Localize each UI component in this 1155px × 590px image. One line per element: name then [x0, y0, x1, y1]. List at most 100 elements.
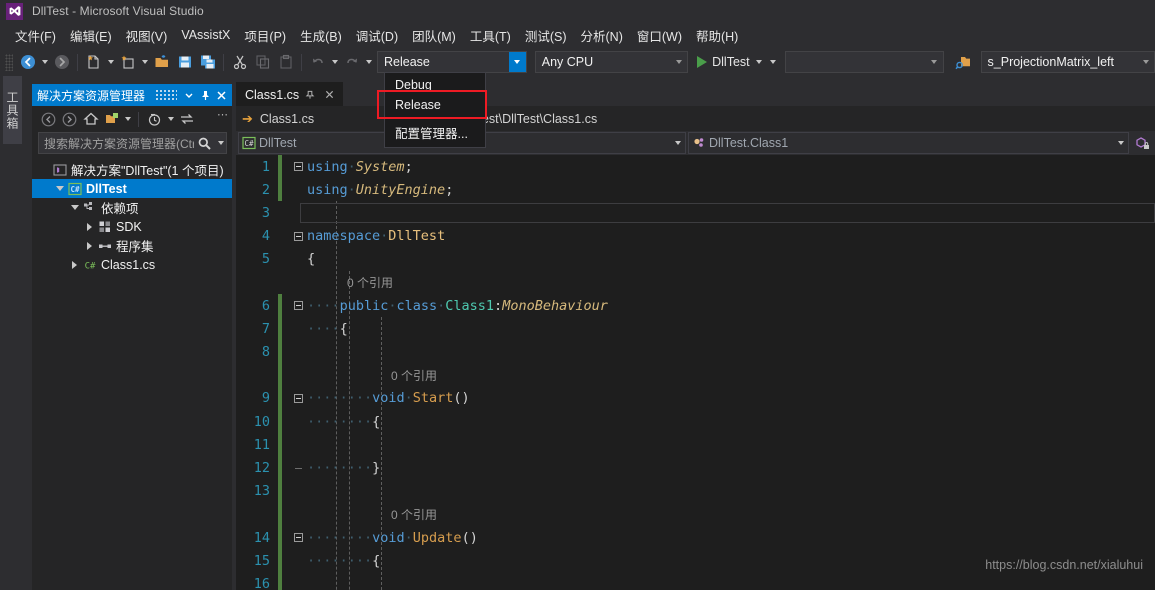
solution-platform-combo[interactable]: Any CPU: [534, 51, 689, 73]
menu-item-3[interactable]: VAssistX: [174, 24, 237, 46]
line-number: 15: [253, 552, 270, 569]
collapse-region-icon[interactable]: [291, 393, 305, 403]
collapse-region-icon[interactable]: [291, 301, 305, 311]
tree-twisty-collapsed-icon[interactable]: [83, 217, 96, 236]
tree-node-5[interactable]: C# Class1.cs: [32, 255, 232, 274]
cut-icon[interactable]: [228, 51, 251, 74]
start-debug-button[interactable]: DllTest: [697, 55, 762, 69]
collapse-region-icon[interactable]: [291, 533, 305, 543]
tree-twisty-collapsed-icon[interactable]: [83, 236, 96, 255]
namespace-dropdown-arrow[interactable]: [670, 141, 685, 145]
menu-item-2[interactable]: 视图(V): [119, 22, 175, 49]
code-reference-line[interactable]: 0 个引用: [236, 502, 1155, 526]
forward-icon[interactable]: [59, 109, 80, 130]
menu-item-9[interactable]: 测试(S): [518, 22, 574, 49]
new-item-icon[interactable]: [116, 51, 139, 74]
tree-node-label: DllTest: [86, 181, 127, 196]
symbol-search-arrow[interactable]: [1137, 52, 1154, 72]
navigate-forward-icon[interactable]: [50, 51, 73, 74]
tree-node-0[interactable]: 解决方案"DllTest"(1 个项目): [32, 160, 232, 179]
code-reference-line[interactable]: 0 个引用: [236, 271, 1155, 294]
codelens-reference-count[interactable]: 0 个引用: [305, 367, 437, 384]
solution-view-dropdown[interactable]: [122, 108, 133, 131]
collapse-region-icon[interactable]: [291, 162, 305, 172]
type-dropdown[interactable]: DllTest.Class1: [688, 132, 1129, 154]
config-option-0[interactable]: Debug: [385, 75, 485, 95]
menu-item-5[interactable]: 生成(B): [293, 22, 349, 49]
chevron-down-icon[interactable]: [181, 86, 197, 104]
tree-node-1[interactable]: C# DllTest: [32, 179, 232, 198]
copy-icon[interactable]: [251, 51, 274, 74]
menu-item-8[interactable]: 工具(T): [463, 22, 518, 49]
tree-twisty-collapsed-icon[interactable]: [68, 255, 81, 274]
search-icon[interactable]: [194, 133, 215, 154]
find-symbol-icon[interactable]: [952, 51, 975, 74]
close-icon[interactable]: [321, 87, 337, 103]
solution-configuration-arrow[interactable]: [508, 52, 526, 72]
start-debug-dropdown-icon[interactable]: [755, 60, 762, 64]
new-item-dropdown[interactable]: [139, 51, 150, 74]
find-combo-arrow[interactable]: [926, 52, 943, 72]
undo-icon[interactable]: [306, 51, 329, 74]
toolbox-tab[interactable]: 工具箱: [3, 76, 22, 144]
menu-item-7[interactable]: 团队(M): [405, 22, 463, 49]
pin-icon[interactable]: [302, 87, 318, 103]
code-text: ········void·Update(): [307, 529, 478, 546]
tree-twisty-expanded-icon[interactable]: [68, 198, 81, 217]
paste-icon[interactable]: [274, 51, 297, 74]
menu-item-0[interactable]: 文件(F): [8, 22, 63, 49]
tree-twisty-expanded-icon[interactable]: [53, 179, 66, 198]
redo-dropdown[interactable]: [363, 51, 374, 74]
preview-lock-icon[interactable]: [1129, 132, 1155, 154]
solution-configuration-combo[interactable]: Release: [377, 51, 527, 73]
toolbar-overflow-icon[interactable]: ⋯: [217, 108, 228, 121]
redo-icon[interactable]: [340, 51, 363, 74]
codelens-reference-count[interactable]: 0 个引用: [305, 274, 393, 291]
new-project-icon[interactable]: [82, 51, 105, 74]
type-dropdown-arrow[interactable]: [1113, 141, 1128, 145]
save-icon[interactable]: [173, 51, 196, 74]
solution-explorer-search[interactable]: 搜索解决方案资源管理器(Ctrl: [38, 132, 227, 154]
tree-node-4[interactable]: 程序集: [32, 236, 232, 255]
menu-item-6[interactable]: 调试(D): [349, 22, 405, 49]
save-all-icon[interactable]: [196, 51, 219, 74]
config-option-2[interactable]: 配置管理器...: [385, 120, 485, 145]
change-indicator: [278, 363, 282, 387]
pending-changes-dropdown[interactable]: [165, 108, 176, 131]
menu-item-1[interactable]: 编辑(E): [63, 22, 119, 49]
codelens-reference-count[interactable]: 0 个引用: [305, 506, 437, 523]
editor-tab-class1[interactable]: Class1.cs: [236, 82, 344, 106]
solution-view-icon[interactable]: [101, 109, 122, 130]
back-icon[interactable]: [38, 109, 59, 130]
navigate-back-icon[interactable]: [16, 51, 39, 74]
menu-item-11[interactable]: 窗口(W): [630, 22, 689, 49]
symbol-search-combo[interactable]: s_ProjectionMatrix_left: [980, 51, 1155, 73]
pending-changes-icon[interactable]: [144, 109, 165, 130]
search-options-dropdown[interactable]: [215, 132, 226, 155]
new-project-dropdown[interactable]: [105, 51, 116, 74]
close-icon[interactable]: [213, 86, 229, 104]
toolbar-overflow-icon[interactable]: [768, 51, 779, 74]
menu-item-4[interactable]: 项目(P): [237, 22, 293, 49]
pin-icon[interactable]: [197, 86, 213, 104]
find-combo[interactable]: [784, 51, 944, 73]
solution-configuration-dropdown[interactable]: Debug Release 配置管理器...: [384, 72, 486, 148]
navigate-back-dropdown[interactable]: [39, 51, 50, 74]
collapse-region-icon[interactable]: [291, 231, 305, 241]
open-file-icon[interactable]: [150, 51, 173, 74]
undo-dropdown[interactable]: [329, 51, 340, 74]
solution-explorer-toolbar: ⋯: [32, 106, 232, 132]
toolbar-grip[interactable]: [5, 53, 14, 71]
menu-item-10[interactable]: 分析(N): [574, 22, 630, 49]
config-option-1[interactable]: Release: [385, 95, 485, 115]
tree-node-2[interactable]: 依赖项: [32, 198, 232, 217]
code-editor[interactable]: 1 using·System; 2 using·UnityEngine; 3 4 names…: [236, 155, 1155, 590]
solution-platform-arrow[interactable]: [670, 52, 687, 72]
sync-with-active-document-icon[interactable]: [176, 109, 197, 130]
solution-tree: 解决方案"DllTest"(1 个项目) C# DllTest 依赖项 SDK 程序集 C#…: [32, 157, 232, 590]
menu-item-12[interactable]: 帮助(H): [689, 22, 745, 49]
panel-drag-dots[interactable]: [155, 90, 177, 100]
tree-node-3[interactable]: SDK: [32, 217, 232, 236]
code-reference-line[interactable]: 0 个引用: [236, 363, 1155, 387]
home-icon[interactable]: [80, 109, 101, 130]
